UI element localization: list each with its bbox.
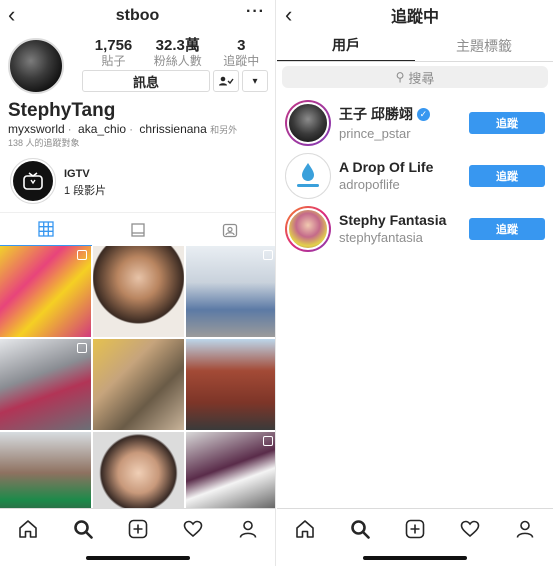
list-item[interactable]: 王子 邱勝翊 ✓ prince_pstar 追蹤 bbox=[277, 96, 553, 149]
profile-icon[interactable] bbox=[238, 519, 258, 539]
post-thumbnail[interactable] bbox=[186, 339, 275, 430]
heart-icon[interactable] bbox=[460, 519, 480, 539]
tag-link[interactable]: myxsworld bbox=[8, 122, 65, 136]
tags-more-text: 和另外 bbox=[210, 125, 238, 135]
search-placeholder: 搜尋 bbox=[408, 70, 435, 86]
back-icon[interactable]: ‹ bbox=[285, 2, 292, 28]
home-icon[interactable] bbox=[18, 519, 38, 539]
following-list: 王子 邱勝翊 ✓ prince_pstar 追蹤 A Drop Of Life … bbox=[277, 96, 553, 255]
followed-by-note[interactable]: 138 人的追蹤對象 bbox=[8, 136, 80, 149]
igtv-highlight[interactable] bbox=[10, 158, 56, 204]
home-indicator bbox=[363, 556, 467, 560]
tab-users[interactable]: 用戶 bbox=[277, 30, 415, 61]
search-icon: ⚲ bbox=[395, 70, 405, 84]
profile-header: ‹ stboo ··· bbox=[0, 0, 275, 32]
followers-label: 粉絲人數 bbox=[153, 54, 202, 68]
posts-label: 貼子 bbox=[101, 54, 126, 68]
list-item[interactable]: Stephy Fantasia stephyfantasia 追蹤 bbox=[277, 202, 553, 255]
bottom-navigation bbox=[277, 508, 553, 566]
tab-grid[interactable] bbox=[0, 213, 92, 246]
post-thumbnail[interactable] bbox=[0, 339, 91, 430]
user-handle: stephyfantasia bbox=[339, 230, 423, 245]
user-name-text: 王子 邱勝翊 bbox=[339, 106, 413, 122]
following-header: ‹ 追蹤中 bbox=[277, 0, 553, 30]
profile-avatar[interactable] bbox=[8, 38, 64, 94]
follow-button[interactable]: 追蹤 bbox=[469, 217, 545, 240]
follow-button[interactable]: 追蹤 bbox=[469, 111, 545, 134]
add-post-icon[interactable] bbox=[405, 519, 425, 539]
profile-icon[interactable] bbox=[515, 519, 535, 539]
user-handle: prince_pstar bbox=[339, 126, 411, 141]
caret-down-icon: ▾ bbox=[252, 75, 258, 87]
profile-title: stboo bbox=[115, 7, 160, 24]
tab-feed[interactable] bbox=[92, 213, 184, 246]
post-thumbnail[interactable] bbox=[93, 339, 184, 430]
grid-icon bbox=[38, 221, 54, 237]
post-thumbnail[interactable] bbox=[0, 246, 91, 337]
user-name[interactable]: Stephy Fantasia bbox=[339, 212, 469, 228]
multi-photo-icon bbox=[77, 343, 87, 353]
verified-badge-icon: ✓ bbox=[416, 107, 430, 121]
person-check-icon bbox=[219, 76, 234, 86]
tab-hashtags[interactable]: 主題標籤 bbox=[415, 30, 553, 61]
user-avatar[interactable] bbox=[285, 152, 331, 199]
tag-link[interactable]: aka_chio bbox=[78, 122, 126, 136]
post-thumbnail[interactable] bbox=[93, 246, 184, 337]
igtv-subtitle: 1 段影片 bbox=[64, 185, 107, 197]
bottom-navigation bbox=[0, 508, 275, 566]
profile-stats: 1,756 貼子 32.3萬 粉絲人數 3 追蹤中 bbox=[84, 37, 270, 69]
following-title: 追蹤中 bbox=[390, 9, 439, 26]
posts-count: 1,756 bbox=[94, 37, 133, 54]
posts-stat[interactable]: 1,756 貼子 bbox=[94, 37, 133, 69]
following-label: 追蹤中 bbox=[223, 54, 260, 68]
follow-button[interactable]: 追蹤 bbox=[469, 164, 545, 187]
following-stat[interactable]: 3 追蹤中 bbox=[223, 37, 260, 69]
following-toggle-button[interactable] bbox=[213, 70, 239, 92]
post-thumbnail[interactable] bbox=[186, 246, 275, 337]
suggestions-dropdown-button[interactable]: ▾ bbox=[242, 70, 268, 92]
following-count: 3 bbox=[237, 37, 246, 54]
following-tabs: 用戶 主題標籤 bbox=[277, 30, 553, 62]
list-item[interactable]: A Drop Of Life adropoflife 追蹤 bbox=[277, 149, 553, 202]
water-drop-logo-icon bbox=[297, 162, 319, 187]
igtv-icon bbox=[23, 172, 43, 190]
followers-stat[interactable]: 32.3萬 粉絲人數 bbox=[153, 37, 202, 69]
user-name[interactable]: 王子 邱勝翊 ✓ bbox=[339, 104, 469, 124]
feed-icon bbox=[131, 222, 145, 237]
search-icon[interactable] bbox=[350, 519, 370, 539]
add-post-icon[interactable] bbox=[128, 519, 148, 539]
igtv-title: IGTV bbox=[64, 168, 90, 180]
multi-photo-icon bbox=[263, 436, 273, 446]
multi-photo-icon bbox=[77, 250, 87, 260]
more-options-button[interactable]: ··· bbox=[246, 3, 265, 21]
user-avatar[interactable] bbox=[285, 99, 331, 146]
profile-action-row: 訊息 ▾ bbox=[82, 70, 268, 92]
followers-count: 32.3萬 bbox=[155, 37, 200, 54]
user-avatar[interactable] bbox=[285, 205, 331, 252]
user-name[interactable]: A Drop Of Life bbox=[339, 159, 469, 175]
search-icon[interactable] bbox=[73, 519, 93, 539]
heart-icon[interactable] bbox=[183, 519, 203, 539]
message-button[interactable]: 訊息 bbox=[82, 70, 210, 92]
tagged-icon bbox=[222, 223, 238, 237]
profile-tab-bar bbox=[0, 212, 275, 246]
following-screen: ‹ 追蹤中 用戶 主題標籤 ⚲ 搜尋 王子 邱勝翊 ✓ prince_pstar… bbox=[277, 0, 553, 566]
tab-tagged[interactable] bbox=[184, 213, 275, 246]
user-handle: adropoflife bbox=[339, 177, 400, 192]
home-icon[interactable] bbox=[295, 519, 315, 539]
home-indicator bbox=[85, 556, 190, 560]
post-grid bbox=[0, 246, 275, 523]
tag-link[interactable]: chrissienana bbox=[139, 122, 206, 136]
multi-photo-icon bbox=[263, 250, 273, 260]
mentioned-accounts: myxsworld · aka_chio · chrissienana 和另外 bbox=[8, 122, 238, 136]
profile-screen: ‹ stboo ··· 1,756 貼子 32.3萬 粉絲人數 3 追蹤中 訊息… bbox=[0, 0, 276, 566]
search-input[interactable]: ⚲ 搜尋 bbox=[282, 66, 548, 88]
profile-display-name: StephyTang bbox=[8, 100, 116, 121]
back-icon[interactable]: ‹ bbox=[8, 2, 15, 28]
